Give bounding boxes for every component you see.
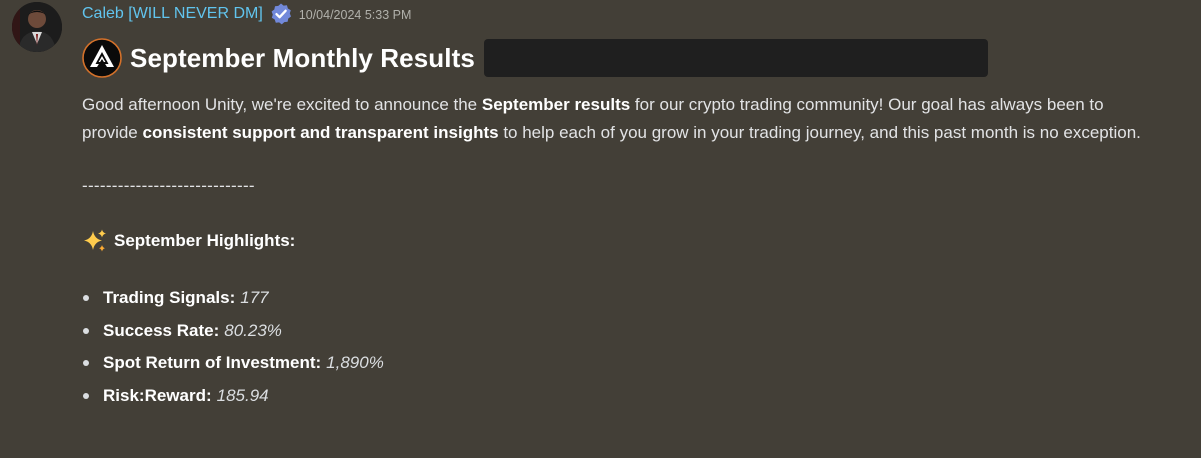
intro-text-3: to help each of you grow in your trading… — [498, 122, 1141, 142]
stat-label: Spot Return of Investment: — [103, 353, 322, 373]
message-header: Caleb [WILL NEVER DM] 10/04/2024 5:33 PM — [82, 0, 1181, 28]
list-item: Trading Signals: 177 — [82, 282, 1181, 315]
list-item: Spot Return of Investment: 1,890% — [82, 347, 1181, 380]
highlights-heading-row: September Highlights: — [82, 228, 1181, 254]
bullet — [83, 360, 89, 367]
intro-bold-2: consistent support and transparent insig… — [142, 122, 499, 142]
bullet — [83, 392, 89, 399]
bullet — [83, 327, 89, 334]
post-title-row: September Monthly Results — [82, 38, 1181, 78]
stat-value: 185.94 — [216, 385, 269, 405]
intro-bold-1: September results — [481, 95, 631, 114]
stat-value: 1,890% — [326, 353, 384, 373]
avatar[interactable] — [12, 2, 62, 52]
chat-message: Caleb [WILL NEVER DM] 10/04/2024 5:33 PM — [0, 0, 1201, 458]
verified-badge-icon — [269, 2, 293, 26]
stats-list: Trading Signals: 177 Success Rate: 80.23… — [82, 282, 1181, 412]
stat-label: Trading Signals: — [103, 288, 236, 308]
intro-text-1: Good afternoon Unity, we're excited to a… — [82, 95, 482, 114]
highlights-heading: September Highlights: — [114, 231, 296, 250]
unity-logo-icon — [82, 38, 122, 78]
post-title: September Monthly Results — [130, 42, 475, 73]
intro-paragraph: Good afternoon Unity, we're excited to a… — [82, 91, 1142, 146]
list-item: Risk:Reward: 185.94 — [82, 380, 1181, 413]
username[interactable]: Caleb [WILL NEVER DM] — [82, 5, 263, 23]
list-item: Success Rate: 80.23% — [82, 315, 1181, 348]
text-divider: ----------------------------- — [82, 176, 255, 195]
stat-label: Success Rate: — [103, 320, 220, 340]
timestamp: 10/04/2024 5:33 PM — [298, 8, 412, 22]
stat-value: 177 — [240, 288, 269, 308]
sparkles-emoji-icon — [82, 228, 108, 254]
message-content: Caleb [WILL NEVER DM] 10/04/2024 5:33 PM — [82, 0, 1181, 412]
stat-label: Risk:Reward: — [103, 385, 212, 405]
stat-value: 80.23% — [224, 320, 282, 340]
bullet — [83, 295, 89, 302]
spoiler-block[interactable] — [483, 39, 988, 77]
